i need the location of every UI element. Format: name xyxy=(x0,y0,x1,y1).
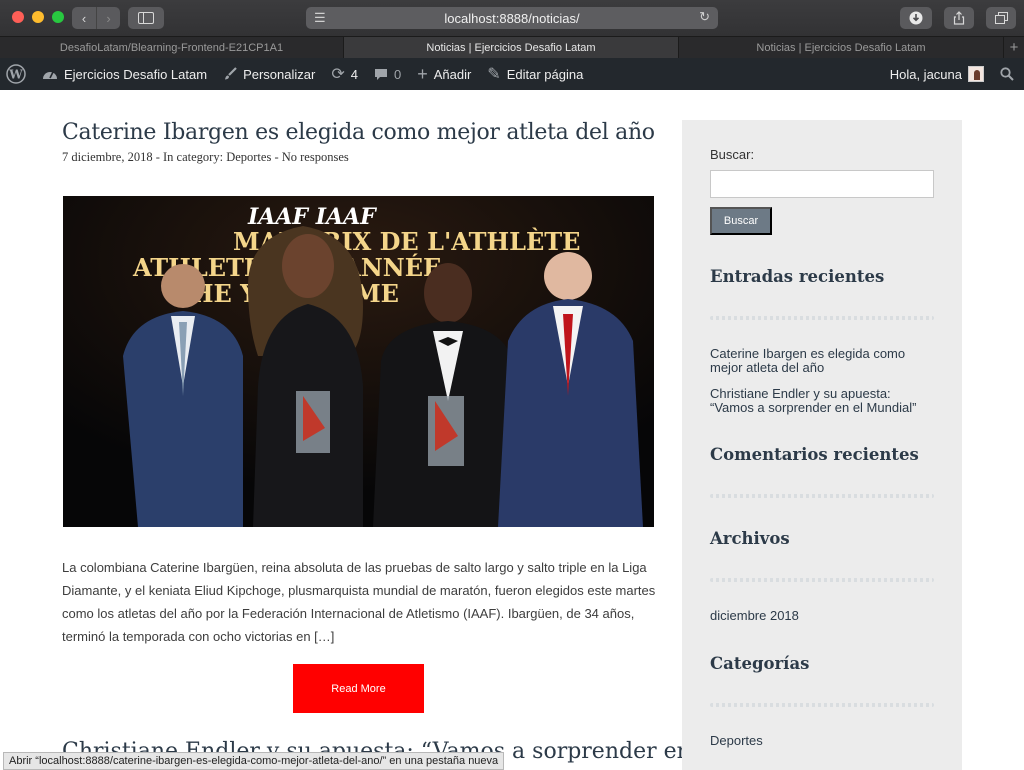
recent-post-link[interactable]: Christiane Endler y su apuesta: “Vamos a… xyxy=(710,387,925,415)
refresh-icon: ⟳ xyxy=(331,66,345,83)
post-date: 7 diciembre, 2018 xyxy=(62,150,153,164)
award-ceremony-photo: IAAF IAAF MAL PRIX DE L'ATHLÈTE ATHLETE … xyxy=(63,196,654,527)
post-title-link[interactable]: Caterine Ibargen es elegida como mejor a… xyxy=(62,120,655,145)
share-button[interactable] xyxy=(944,7,974,29)
admin-bar-right: Hola, jacuna xyxy=(882,58,1024,90)
read-more-button[interactable]: Read More xyxy=(293,664,424,713)
recent-post-link[interactable]: Caterine Ibargen es elegida como mejor a… xyxy=(710,347,925,375)
tabs-icon xyxy=(994,12,1008,24)
category-link[interactable]: Deportes xyxy=(710,734,925,748)
zoom-window-button[interactable] xyxy=(52,11,64,23)
tab-label: DesafioLatam/Blearning-Frontend-E21CP1A1 xyxy=(59,41,284,54)
archive-link[interactable]: diciembre 2018 xyxy=(710,609,925,623)
widget-divider xyxy=(710,703,934,707)
browser-tab-active[interactable]: Noticias | Ejercicios Desafio Latam xyxy=(344,37,679,58)
dashboard-gauge-icon xyxy=(42,67,58,81)
categories-title: Categorías xyxy=(710,654,810,673)
wp-admin-bar: W Ejercicios Desafio Latam Personalizar … xyxy=(0,58,1024,90)
admin-search-button[interactable] xyxy=(992,58,1024,90)
updates-link[interactable]: ⟳ 4 xyxy=(323,58,366,90)
comments-count: 0 xyxy=(393,66,402,82)
pencil-icon: ✎ xyxy=(487,66,501,83)
person-woman xyxy=(248,226,363,527)
new-tab-button[interactable]: + xyxy=(1004,37,1024,58)
browser-window: ‹ › ☰ localhost:8888/noticias/ ↻ Desafio… xyxy=(0,0,1024,770)
url-text: localhost:8888/noticias/ xyxy=(444,10,580,26)
chevron-left-icon: ‹ xyxy=(81,10,87,26)
svg-text:W: W xyxy=(8,68,23,82)
history-nav: ‹ › xyxy=(72,7,120,29)
plus-icon: + xyxy=(1009,39,1019,56)
browser-toolbar: ‹ › ☰ localhost:8888/noticias/ ↻ xyxy=(0,0,1024,36)
category-prefix: - In category: xyxy=(152,150,227,164)
category-link[interactable]: Deportes xyxy=(226,150,271,164)
widget-divider xyxy=(710,578,934,582)
widget-divider xyxy=(710,494,934,498)
my-account-link[interactable]: Hola, jacuna xyxy=(882,58,992,90)
share-icon xyxy=(953,11,965,25)
search-icon xyxy=(1000,67,1014,81)
reload-icon[interactable]: ↻ xyxy=(699,9,710,25)
avatar xyxy=(968,66,984,82)
browser-tab[interactable]: DesafioLatam/Blearning-Frontend-E21CP1A1 xyxy=(0,37,344,58)
brush-icon xyxy=(223,67,237,81)
site-name-link[interactable]: Ejercicios Desafio Latam xyxy=(34,58,215,90)
tab-label: Noticias | Ejercicios Desafio Latam xyxy=(426,41,596,54)
tab-label: Noticias | Ejercicios Desafio Latam xyxy=(756,41,926,54)
download-icon xyxy=(909,11,923,25)
search-button[interactable]: Buscar xyxy=(710,207,772,235)
site-name-label: Ejercicios Desafio Latam xyxy=(64,66,208,82)
comments-link[interactable]: 0 xyxy=(366,58,409,90)
widget-divider xyxy=(710,316,934,320)
browser-tab[interactable]: Noticias | Ejercicios Desafio Latam xyxy=(679,37,1004,58)
add-new-label: Añadir xyxy=(433,66,472,82)
minimize-window-button[interactable] xyxy=(32,11,44,23)
recent-posts-title: Entradas recientes xyxy=(710,267,885,286)
archives-title: Archivos xyxy=(710,529,790,548)
close-window-button[interactable] xyxy=(12,11,24,23)
customize-link[interactable]: Personalizar xyxy=(215,58,323,90)
plus-icon: + xyxy=(417,63,428,84)
add-new-link[interactable]: + Añadir xyxy=(409,58,479,90)
search-input[interactable] xyxy=(710,170,934,198)
wordpress-menu[interactable]: W xyxy=(0,58,34,90)
page-content: Caterine Ibargen es elegida como mejor a… xyxy=(0,90,1024,770)
edit-page-link[interactable]: ✎ Editar página xyxy=(479,58,591,90)
window-controls xyxy=(12,11,64,23)
wordpress-logo-icon: W xyxy=(6,64,26,84)
updates-count: 4 xyxy=(350,66,358,82)
greeting-label: Hola, jacuna xyxy=(889,66,962,82)
responses-link[interactable]: No responses xyxy=(282,150,349,164)
post-excerpt: La colombiana Caterine Ibargüen, reina a… xyxy=(62,560,656,644)
address-bar[interactable]: ☰ localhost:8888/noticias/ ↻ xyxy=(306,7,718,29)
downloads-button[interactable] xyxy=(900,7,932,29)
featured-image[interactable]: IAAF IAAF MAL PRIX DE L'ATHLÈTE ATHLETE … xyxy=(63,196,654,527)
status-bar: Abrir “localhost:8888/caterine-ibargen-e… xyxy=(3,752,505,770)
tab-bar: DesafioLatam/Blearning-Frontend-E21CP1A1… xyxy=(0,36,1024,58)
meta-separator: - xyxy=(271,150,282,164)
edit-page-label: Editar página xyxy=(506,66,584,82)
chevron-right-icon: › xyxy=(106,10,111,26)
search-label: Buscar: xyxy=(710,147,755,162)
comment-bubble-icon xyxy=(374,68,388,81)
sidebar-toggle-button[interactable] xyxy=(128,7,164,29)
sidebar: Buscar: Buscar Entradas recientes Cateri… xyxy=(682,120,962,770)
reader-icon[interactable]: ☰ xyxy=(314,10,326,26)
back-button[interactable]: ‹ xyxy=(72,7,96,29)
post-meta: 7 diciembre, 2018 - In category: Deporte… xyxy=(62,150,349,165)
tab-overview-button[interactable] xyxy=(986,7,1016,29)
customize-label: Personalizar xyxy=(243,66,316,82)
forward-button[interactable]: › xyxy=(96,7,120,29)
recent-comments-title: Comentarios recientes xyxy=(710,445,919,464)
sidebar-icon xyxy=(138,12,154,24)
